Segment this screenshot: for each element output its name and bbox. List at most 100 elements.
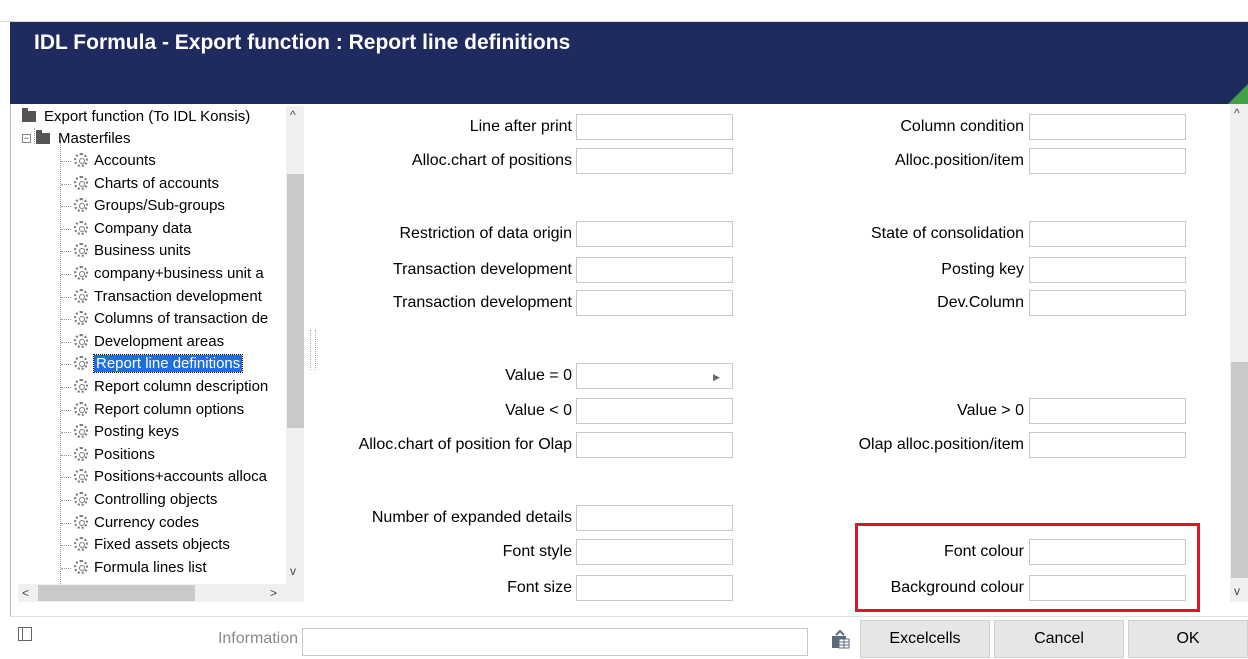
- tree-item[interactable]: Transaction development: [74, 286, 302, 308]
- tree-group[interactable]: − Masterfiles: [22, 128, 131, 150]
- tree-item[interactable]: Positions+accounts alloca: [74, 466, 302, 488]
- scroll-thumb[interactable]: [38, 585, 195, 601]
- tree-item[interactable]: Report line definitions: [74, 353, 302, 375]
- input-posting-key[interactable]: [1029, 257, 1186, 283]
- input-olap-alloc-position-item[interactable]: [1029, 432, 1186, 458]
- gear-icon: [74, 198, 88, 213]
- tree-item[interactable]: Company data: [74, 218, 302, 240]
- tree-item[interactable]: Fixed assets objects: [74, 534, 302, 556]
- scroll-up-icon[interactable]: ^: [1234, 106, 1240, 120]
- cancel-button[interactable]: Cancel: [994, 620, 1124, 658]
- tree-item[interactable]: Business units: [74, 240, 302, 262]
- tree-item-label: Formula lines list: [94, 558, 207, 576]
- gear-icon: [74, 288, 88, 303]
- gear-icon: [74, 379, 88, 394]
- excel-export-icon[interactable]: [830, 628, 852, 650]
- information-field[interactable]: [302, 628, 808, 656]
- label-number-of-expanded-details: Number of expanded details: [371, 509, 572, 526]
- gear-icon: [74, 175, 88, 190]
- scroll-thumb[interactable]: [287, 174, 304, 428]
- gear-icon: [74, 401, 88, 416]
- tree-item[interactable]: Positions: [74, 444, 302, 466]
- tree-horizontal-scrollbar[interactable]: < >: [18, 584, 286, 602]
- dropdown-arrow-icon[interactable]: ▶: [713, 372, 720, 383]
- gear-icon: [74, 492, 88, 507]
- tree-vertical-scrollbar[interactable]: ^ v: [286, 106, 304, 602]
- folder-icon: [22, 107, 36, 122]
- scroll-right-icon[interactable]: >: [270, 586, 277, 600]
- input-value-lt-0[interactable]: [576, 398, 733, 424]
- label-value-eq-0: Value = 0: [505, 367, 572, 384]
- minimize-button[interactable]: –: [1184, 6, 1193, 22]
- input-transaction-development[interactable]: [576, 257, 733, 283]
- tree-item[interactable]: Development areas: [74, 331, 302, 353]
- gear-icon: [74, 153, 88, 168]
- tree-item[interactable]: Controlling objects: [74, 489, 302, 511]
- label-transaction-development-2: Transaction development: [392, 294, 572, 311]
- scroll-up-icon[interactable]: ^: [290, 108, 296, 122]
- scroll-down-icon[interactable]: v: [290, 564, 296, 578]
- collapse-icon[interactable]: −: [22, 133, 31, 143]
- tree-item[interactable]: company+business unit a: [74, 263, 302, 285]
- top-strip: [0, 0, 1248, 22]
- tree-item[interactable]: Report column description: [74, 376, 302, 398]
- close-button[interactable]: ×: [1234, 6, 1243, 22]
- tree-item[interactable]: Accounts: [74, 150, 302, 172]
- label-font-style: Font style: [502, 543, 572, 560]
- tree-item[interactable]: Columns of transaction de: [74, 308, 302, 330]
- label-font-size: Font size: [507, 579, 572, 596]
- tree-item-label: Columns of transaction de: [94, 310, 269, 328]
- tree-item[interactable]: Groups/Sub-groups: [74, 195, 302, 217]
- gear-icon: [74, 424, 88, 439]
- gear-icon: [74, 243, 88, 258]
- highlight-box: [855, 523, 1200, 612]
- panel-splitter[interactable]: [310, 330, 316, 370]
- label-state-of-consolidation: State of consolidation: [871, 225, 1024, 242]
- label-alloc-chart-olap: Alloc.chart of position for Olap: [358, 436, 572, 453]
- input-alloc-position-item[interactable]: [1029, 148, 1186, 174]
- gear-icon: [74, 311, 88, 326]
- gear-icon: [74, 514, 88, 529]
- input-dev-column[interactable]: [1029, 290, 1186, 316]
- input-value-gt-0[interactable]: [1029, 398, 1186, 424]
- input-alloc-chart-olap[interactable]: [576, 432, 733, 458]
- dropdown-value-eq-0[interactable]: [576, 363, 733, 389]
- input-column-condition[interactable]: [1029, 114, 1186, 140]
- label-line-after-print: Line after print: [469, 118, 572, 135]
- tree-item-label: Positions+accounts alloca: [94, 468, 268, 486]
- tree-item[interactable]: Currency codes: [74, 512, 302, 534]
- label-value-gt-0: Value > 0: [957, 402, 1024, 419]
- tree-item-label: Accounts: [94, 152, 156, 169]
- tree-item-label: Groups/Sub-groups: [94, 197, 225, 215]
- excelcells-button[interactable]: Excelcells: [860, 620, 990, 658]
- tree-item-label: Report column options: [94, 400, 245, 418]
- label-dev-column: Dev.Column: [937, 294, 1024, 311]
- tree-item-label: Development areas: [94, 332, 225, 350]
- scroll-down-icon[interactable]: v: [1234, 584, 1240, 598]
- input-font-size[interactable]: [576, 575, 733, 601]
- input-number-of-expanded-details[interactable]: [576, 505, 733, 531]
- input-font-style[interactable]: [576, 539, 733, 565]
- ok-button[interactable]: OK: [1128, 620, 1248, 658]
- tree-item-label: Currency codes: [94, 513, 200, 531]
- tree-item[interactable]: Formula lines list: [74, 557, 302, 579]
- input-state-of-consolidation[interactable]: [1029, 221, 1186, 247]
- scroll-left-icon[interactable]: <: [22, 586, 29, 600]
- panel-toggle-icon[interactable]: [18, 627, 32, 641]
- tree-root[interactable]: Export function (To IDL Konsis): [22, 106, 250, 128]
- scroll-thumb[interactable]: [1231, 362, 1248, 578]
- input-restriction-of-data-origin[interactable]: [576, 221, 733, 247]
- tree-item[interactable]: Charts of accounts: [74, 173, 302, 195]
- input-alloc-chart-of-positions[interactable]: [576, 148, 733, 174]
- input-line-after-print[interactable]: [576, 114, 733, 140]
- tree-item-label: Transaction development: [94, 287, 262, 305]
- tree-item[interactable]: Report column options: [74, 399, 302, 421]
- window-title: IDL Formula - Export function : Report l…: [34, 31, 571, 54]
- label-restriction-of-data-origin: Restriction of data origin: [399, 225, 572, 242]
- maximize-button[interactable]: ▫: [1209, 6, 1215, 22]
- label-posting-key: Posting key: [941, 261, 1024, 278]
- tree-item[interactable]: Posting keys: [74, 421, 302, 443]
- input-transaction-development-2[interactable]: [576, 290, 733, 316]
- tree-item-label: Company data: [94, 219, 192, 237]
- form-vertical-scrollbar[interactable]: ^ v: [1230, 104, 1248, 602]
